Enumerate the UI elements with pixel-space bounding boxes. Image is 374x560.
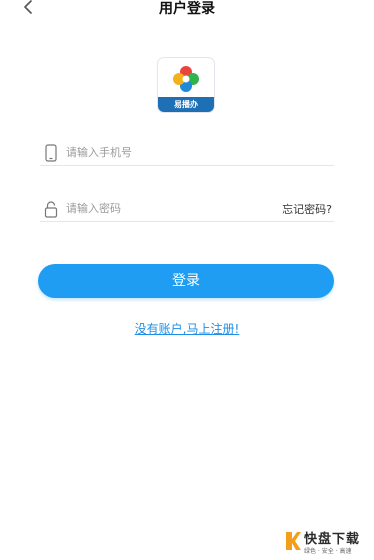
forgot-password-link[interactable]: 忘记密码?	[282, 201, 332, 217]
watermark-logo-icon	[286, 532, 301, 550]
page-title: 用户登录	[159, 1, 215, 17]
header: 用户登录	[0, 0, 374, 22]
phone-icon	[45, 144, 57, 162]
register-link[interactable]: 没有账户,马上注册!	[0, 320, 374, 337]
app-logo: 易播办	[158, 58, 214, 112]
password-field: 忘记密码?	[40, 196, 334, 222]
phone-field	[40, 140, 334, 166]
watermark-subtext: 绿色 · 安全 · 高速	[304, 548, 352, 555]
logo-app-name: 易播办	[158, 97, 214, 112]
watermark-text: 快盘下载	[304, 532, 361, 547]
phone-input[interactable]	[66, 142, 266, 162]
flower-icon	[173, 66, 199, 92]
lock-icon	[44, 201, 58, 218]
password-input[interactable]	[66, 198, 266, 218]
login-button[interactable]: 登录	[38, 264, 334, 298]
watermark: 快盘下载 绿色 · 安全 · 高速	[284, 528, 374, 558]
